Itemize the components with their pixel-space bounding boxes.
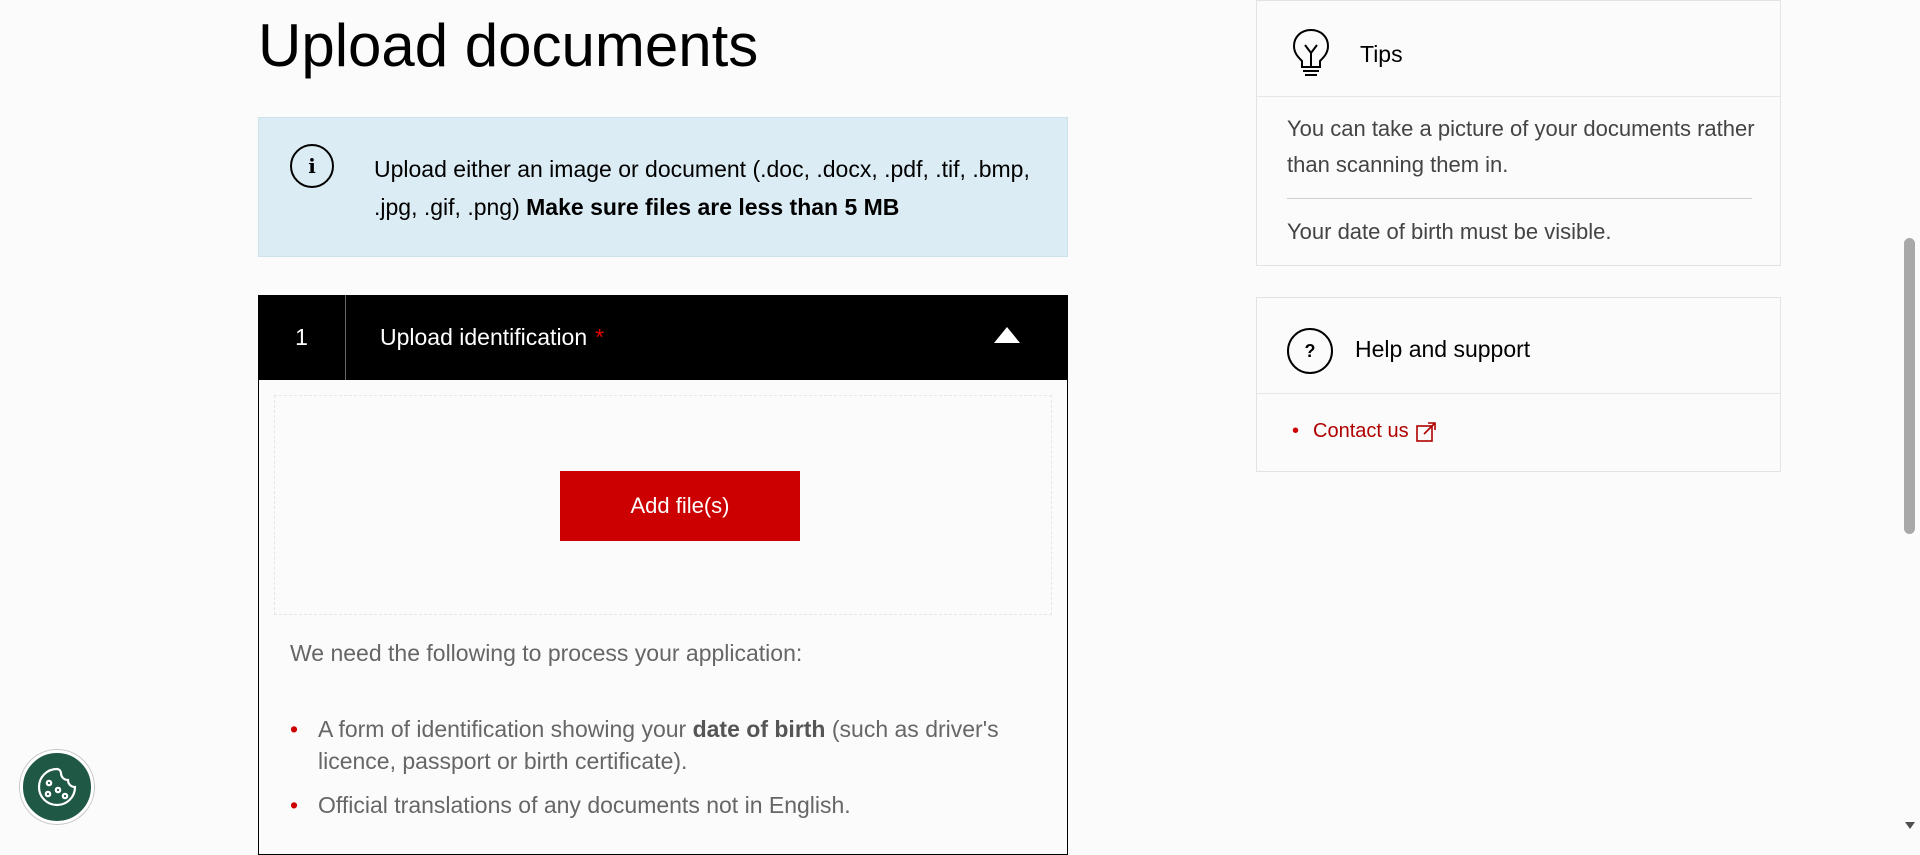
info-text: Upload either an image or document (.doc…	[374, 150, 1034, 226]
section-header[interactable]: 1 Upload identification *	[258, 295, 1068, 380]
upload-identification-section: 1 Upload identification * Add file(s) We…	[258, 295, 1068, 855]
page-title: Upload documents	[258, 12, 759, 79]
tip-item: Your date of birth must be visible.	[1287, 219, 1612, 244]
info-notice: i Upload either an image or document (.d…	[258, 117, 1068, 257]
help-support-card: ? Help and support • Contact us	[1256, 297, 1781, 472]
section-title: Upload identification *	[380, 295, 604, 380]
required-mark: *	[595, 324, 605, 350]
help-title: Help and support	[1355, 336, 1531, 362]
tip-item: You can take a picture of your documents…	[1287, 116, 1755, 177]
list-item-text: A form of identification showing your	[318, 716, 693, 742]
cookie-icon	[37, 767, 77, 807]
collapse-chevron-icon[interactable]	[994, 327, 1020, 343]
tips-header: Tips	[1257, 1, 1780, 97]
section-title-text: Upload identification	[380, 324, 588, 350]
cookie-settings-button[interactable]	[20, 750, 94, 824]
bullet: •	[1292, 420, 1300, 442]
lightbulb-icon	[1292, 28, 1330, 76]
contact-us-link[interactable]: • Contact us	[1292, 420, 1437, 443]
info-icon: i	[290, 144, 334, 188]
tips-card: Tips You can take a picture of your docu…	[1256, 0, 1781, 266]
list-item-bold: date of birth	[692, 716, 826, 742]
scrollbar-thumb[interactable]	[1904, 238, 1915, 534]
question-icon: ?	[1287, 328, 1333, 374]
requirements-intro: We need the following to process your ap…	[290, 640, 803, 666]
add-files-button[interactable]: Add file(s)	[560, 471, 800, 541]
tips-title: Tips	[1360, 41, 1403, 67]
section-number: 1	[258, 295, 346, 380]
list-item-text: Official translations of any documents n…	[318, 792, 851, 818]
divider	[1287, 198, 1752, 199]
file-dropzone[interactable]: Add file(s)	[274, 395, 1052, 615]
help-header: ? Help and support	[1257, 298, 1780, 394]
requirements-list: A form of identification showing your da…	[290, 713, 1040, 833]
external-link-icon	[1415, 421, 1436, 442]
list-item: A form of identification showing your da…	[290, 713, 1040, 777]
list-item: Official translations of any documents n…	[290, 789, 1040, 821]
info-size-limit: Make sure files are less than 5 MB	[526, 194, 900, 220]
scrollbar[interactable]	[1900, 0, 1920, 836]
scroll-down-arrow-icon[interactable]	[1905, 822, 1915, 829]
contact-us-label: Contact us	[1313, 420, 1409, 442]
